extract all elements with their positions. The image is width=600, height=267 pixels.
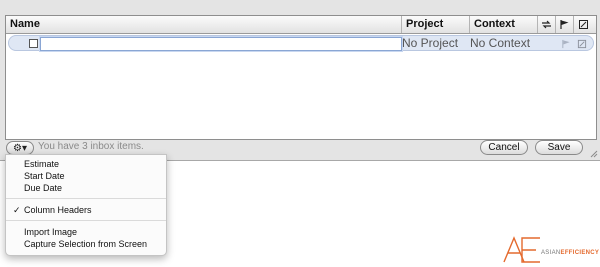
menu-item-import-image[interactable]: Import Image — [24, 226, 77, 238]
menu-item-capture-selection[interactable]: Capture Selection from Screen — [24, 238, 147, 250]
project-cell[interactable]: No Project — [402, 36, 458, 50]
row-note-button[interactable] — [575, 37, 589, 50]
gear-icon: ⚙▾ — [13, 142, 27, 154]
cancel-button[interactable]: Cancel — [480, 140, 528, 155]
inbox-window: Name Project Context No Project No Conte… — [0, 0, 600, 161]
ae-logo-mark — [503, 236, 540, 263]
item-name-input[interactable] — [40, 37, 402, 51]
note-icon — [578, 20, 588, 29]
done-checkbox[interactable] — [29, 39, 38, 48]
context-cell[interactable]: No Context — [470, 36, 530, 50]
logo-wordmark: ASIANEFFICIENCY — [541, 250, 599, 256]
menu-item-estimate[interactable]: Estimate — [24, 158, 59, 170]
asian-efficiency-logo: ASIANEFFICIENCY — [502, 236, 599, 264]
column-header-project-label: Project — [406, 18, 444, 30]
inbox-status-text: You have 3 inbox items. — [38, 141, 144, 152]
row-flag-button[interactable] — [559, 37, 573, 50]
save-button[interactable]: Save — [535, 140, 583, 155]
table-row[interactable]: No Project No Context — [8, 35, 594, 51]
table-header: Name Project Context — [6, 16, 596, 34]
flag-icon — [560, 20, 569, 29]
column-header-context-label: Context — [474, 18, 515, 30]
column-header-project[interactable]: Project — [402, 16, 470, 33]
column-header-name[interactable]: Name — [6, 16, 402, 33]
menu-item-column-headers[interactable]: Column Headers — [24, 204, 92, 216]
column-header-note[interactable] — [574, 16, 592, 33]
logo-text-efficiency: EFFICIENCY — [560, 250, 600, 256]
logo-text-asian: ASIAN — [541, 250, 561, 256]
menu-separator — [6, 220, 166, 221]
menu-item-start-date[interactable]: Start Date — [24, 170, 65, 182]
menu-item-due-date[interactable]: Due Date — [24, 182, 62, 194]
column-header-flag[interactable] — [556, 16, 574, 33]
checkmark-icon: ✓ — [13, 205, 21, 215]
column-header-repeat[interactable] — [538, 16, 556, 33]
column-header-context[interactable]: Context — [470, 16, 538, 33]
action-menu: Estimate Start Date Due Date ✓ Column He… — [5, 154, 167, 256]
resize-grip-icon[interactable] — [590, 150, 598, 158]
repeat-icon — [542, 20, 551, 29]
note-icon — [577, 39, 587, 48]
inbox-table: Name Project Context No Project No Conte… — [5, 15, 597, 140]
flag-icon — [562, 39, 570, 48]
action-menu-button[interactable]: ⚙▾ — [6, 141, 34, 155]
column-header-name-label: Name — [10, 18, 40, 30]
menu-separator — [6, 198, 166, 199]
